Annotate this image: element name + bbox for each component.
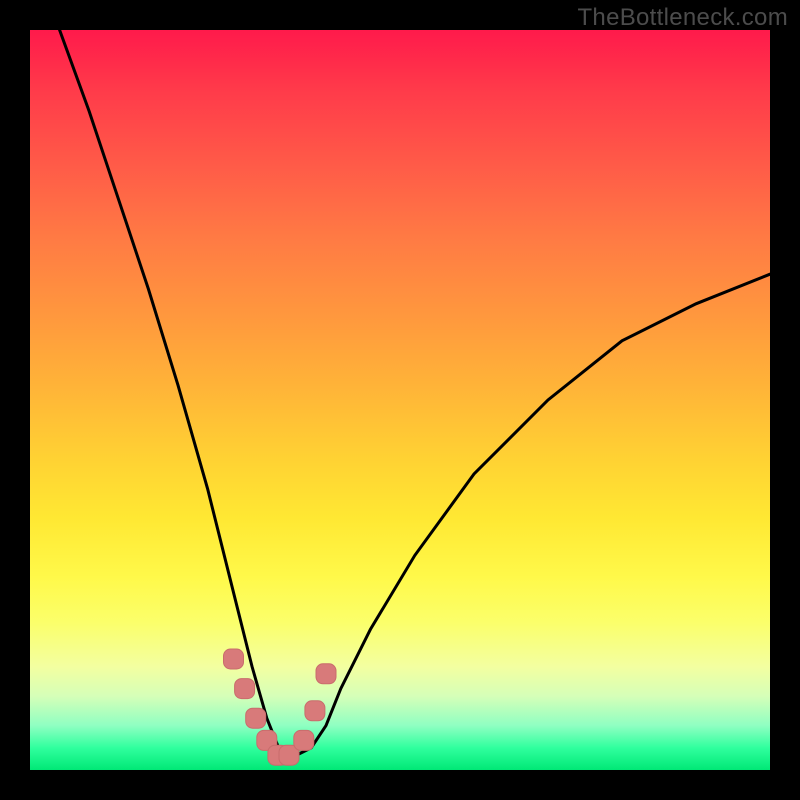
curve-marker [235,679,255,699]
watermark-text: TheBottleneck.com [577,4,788,32]
frame: TheBottleneck.com [0,0,800,800]
curve-marker [246,708,266,728]
curve-marker [305,701,325,721]
marker-group [224,649,337,765]
curve-marker [316,664,336,684]
curve-marker [294,730,314,750]
chart-overlay [30,30,770,770]
curve-marker [224,649,244,669]
bottleneck-curve [60,30,770,755]
